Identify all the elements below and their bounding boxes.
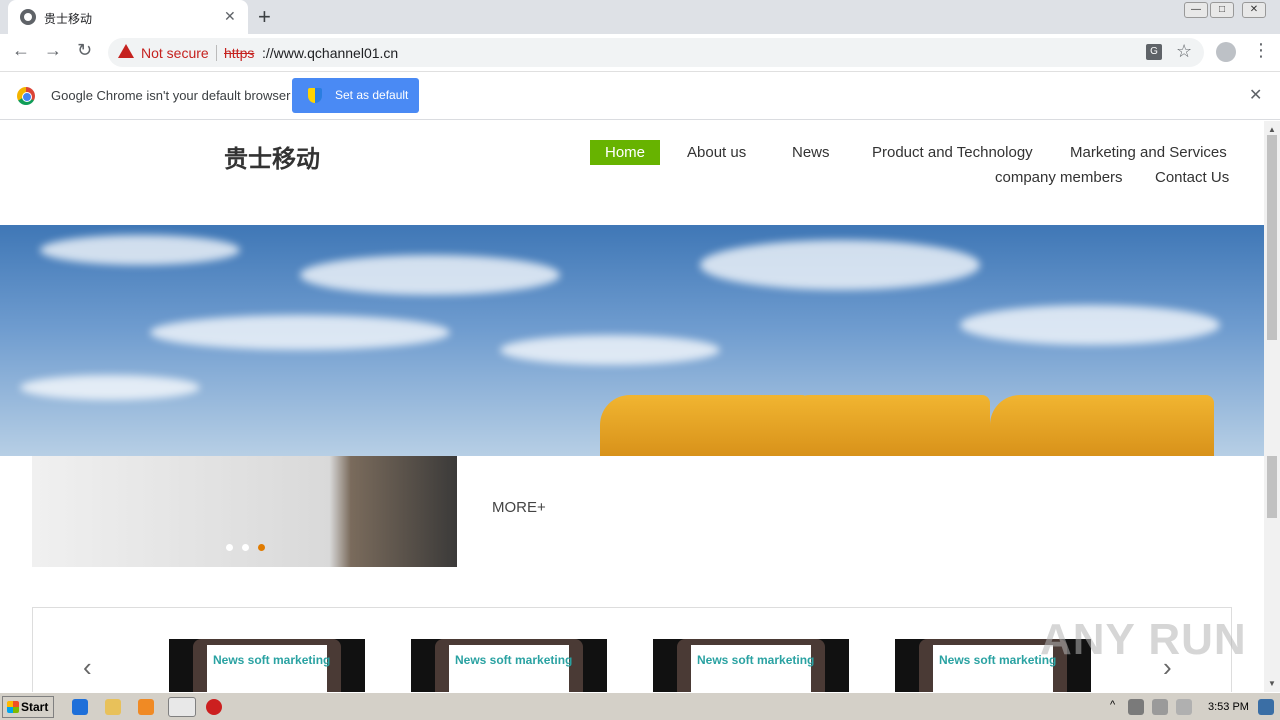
url-scheme: https bbox=[224, 45, 255, 61]
translate-icon[interactable]: G bbox=[1146, 44, 1162, 60]
set-as-default-button[interactable]: Set as default bbox=[292, 78, 419, 113]
image-slider[interactable] bbox=[32, 456, 457, 567]
windows-taskbar: Start ^ 3:53 PM bbox=[0, 692, 1280, 720]
media-player-icon[interactable] bbox=[138, 699, 154, 715]
omnibox-divider bbox=[216, 45, 217, 61]
reload-icon[interactable]: ↻ bbox=[77, 40, 92, 61]
tab-title: 贵士移动 bbox=[44, 12, 93, 26]
product-card-label: News soft marketing bbox=[697, 653, 815, 667]
nav-news[interactable]: News bbox=[792, 144, 830, 161]
product-card-label: News soft marketing bbox=[455, 653, 573, 667]
product-card-label: News soft marketing bbox=[939, 653, 1057, 667]
windows-logo-icon bbox=[7, 701, 19, 713]
anyrun-watermark: ANY RUN bbox=[1040, 615, 1247, 664]
browser-tab[interactable]: 贵士移动 ✕ bbox=[8, 0, 248, 34]
start-label: Start bbox=[21, 700, 49, 714]
warning-icon bbox=[118, 44, 134, 58]
volume-icon[interactable] bbox=[1152, 699, 1168, 715]
browser-toolbar: ← → ↻ Not secure https ://www.qchannel01… bbox=[0, 34, 1280, 72]
tray-expand-icon[interactable]: ^ bbox=[1110, 699, 1122, 715]
nav-product-technology[interactable]: Product and Technology bbox=[872, 144, 1033, 161]
slider-dot-active[interactable] bbox=[258, 544, 265, 551]
infobar-message: Google Chrome isn't your default browser bbox=[51, 88, 291, 103]
scroll-up-icon[interactable]: ▲ bbox=[1268, 125, 1276, 134]
product-card-label: News soft marketing bbox=[213, 653, 331, 667]
forward-icon[interactable]: → bbox=[44, 40, 62, 61]
default-browser-infobar: Google Chrome isn't your default browser… bbox=[0, 72, 1280, 120]
chrome-logo-icon bbox=[17, 87, 35, 105]
start-button[interactable]: Start bbox=[2, 696, 54, 718]
new-tab-button[interactable]: + bbox=[258, 4, 271, 30]
truck-image bbox=[780, 395, 990, 456]
internet-explorer-icon[interactable] bbox=[72, 699, 88, 715]
globe-icon bbox=[20, 9, 36, 25]
nav-home[interactable]: Home bbox=[590, 140, 660, 165]
infobar-close-icon[interactable]: ✕ bbox=[1249, 85, 1262, 105]
window-close-button[interactable]: ✕ bbox=[1242, 2, 1266, 18]
network-icon[interactable] bbox=[1128, 699, 1144, 715]
slider-dot[interactable] bbox=[226, 544, 233, 551]
hero-banner bbox=[0, 225, 1264, 456]
more-link[interactable]: MORE+ bbox=[492, 499, 546, 516]
url-text: ://www.qchannel01.cn bbox=[262, 45, 399, 61]
scroll-thumb[interactable] bbox=[1267, 135, 1277, 340]
scroll-down-icon[interactable]: ▼ bbox=[1268, 679, 1276, 688]
product-card[interactable]: News soft marketing bbox=[169, 639, 365, 692]
product-card[interactable]: News soft marketing bbox=[653, 639, 849, 692]
product-card[interactable]: News soft marketing bbox=[411, 639, 607, 692]
maximize-button[interactable]: □ bbox=[1210, 2, 1234, 18]
nav-company-members[interactable]: company members bbox=[995, 169, 1123, 186]
web-page: 贵士移动 Home About us News Product and Tech… bbox=[0, 121, 1264, 692]
tab-close-icon[interactable]: ✕ bbox=[224, 8, 236, 25]
system-clock[interactable]: 3:53 PM bbox=[1208, 701, 1249, 713]
nav-contact-us[interactable]: Contact Us bbox=[1155, 169, 1229, 186]
nav-marketing-services[interactable]: Marketing and Services bbox=[1070, 144, 1227, 161]
nav-about-us[interactable]: About us bbox=[687, 144, 746, 161]
slider-dot[interactable] bbox=[242, 544, 249, 551]
kebab-menu-icon[interactable]: ⋮ bbox=[1252, 40, 1270, 61]
scroll-thumb[interactable] bbox=[1267, 456, 1277, 518]
site-logo[interactable]: 贵士移动 bbox=[224, 139, 320, 174]
action-center-flag-icon[interactable] bbox=[1176, 699, 1192, 715]
bookmark-star-icon[interactable]: ☆ bbox=[1176, 41, 1192, 62]
profile-avatar-icon[interactable] bbox=[1216, 42, 1236, 62]
security-label[interactable]: Not secure bbox=[141, 45, 209, 61]
minimize-button[interactable]: — bbox=[1184, 2, 1208, 18]
truck-image bbox=[990, 395, 1214, 456]
set-as-default-label: Set as default bbox=[335, 88, 409, 102]
shield-icon bbox=[308, 88, 322, 103]
chrome-taskbar-button[interactable] bbox=[168, 697, 196, 717]
opera-icon[interactable] bbox=[206, 699, 222, 715]
back-icon[interactable]: ← bbox=[12, 40, 30, 61]
page-scrollbar[interactable]: ▲ ▼ bbox=[1264, 121, 1280, 692]
address-bar[interactable]: Not secure https ://www.qchannel01.cn G … bbox=[108, 38, 1204, 67]
show-desktop-icon[interactable] bbox=[1258, 699, 1274, 715]
tab-strip: 贵士移动 ✕ + — □ ✕ bbox=[0, 0, 1280, 34]
truck-image bbox=[600, 395, 810, 456]
folder-icon[interactable] bbox=[105, 699, 121, 715]
carousel-prev-icon[interactable]: ‹ bbox=[83, 652, 92, 683]
